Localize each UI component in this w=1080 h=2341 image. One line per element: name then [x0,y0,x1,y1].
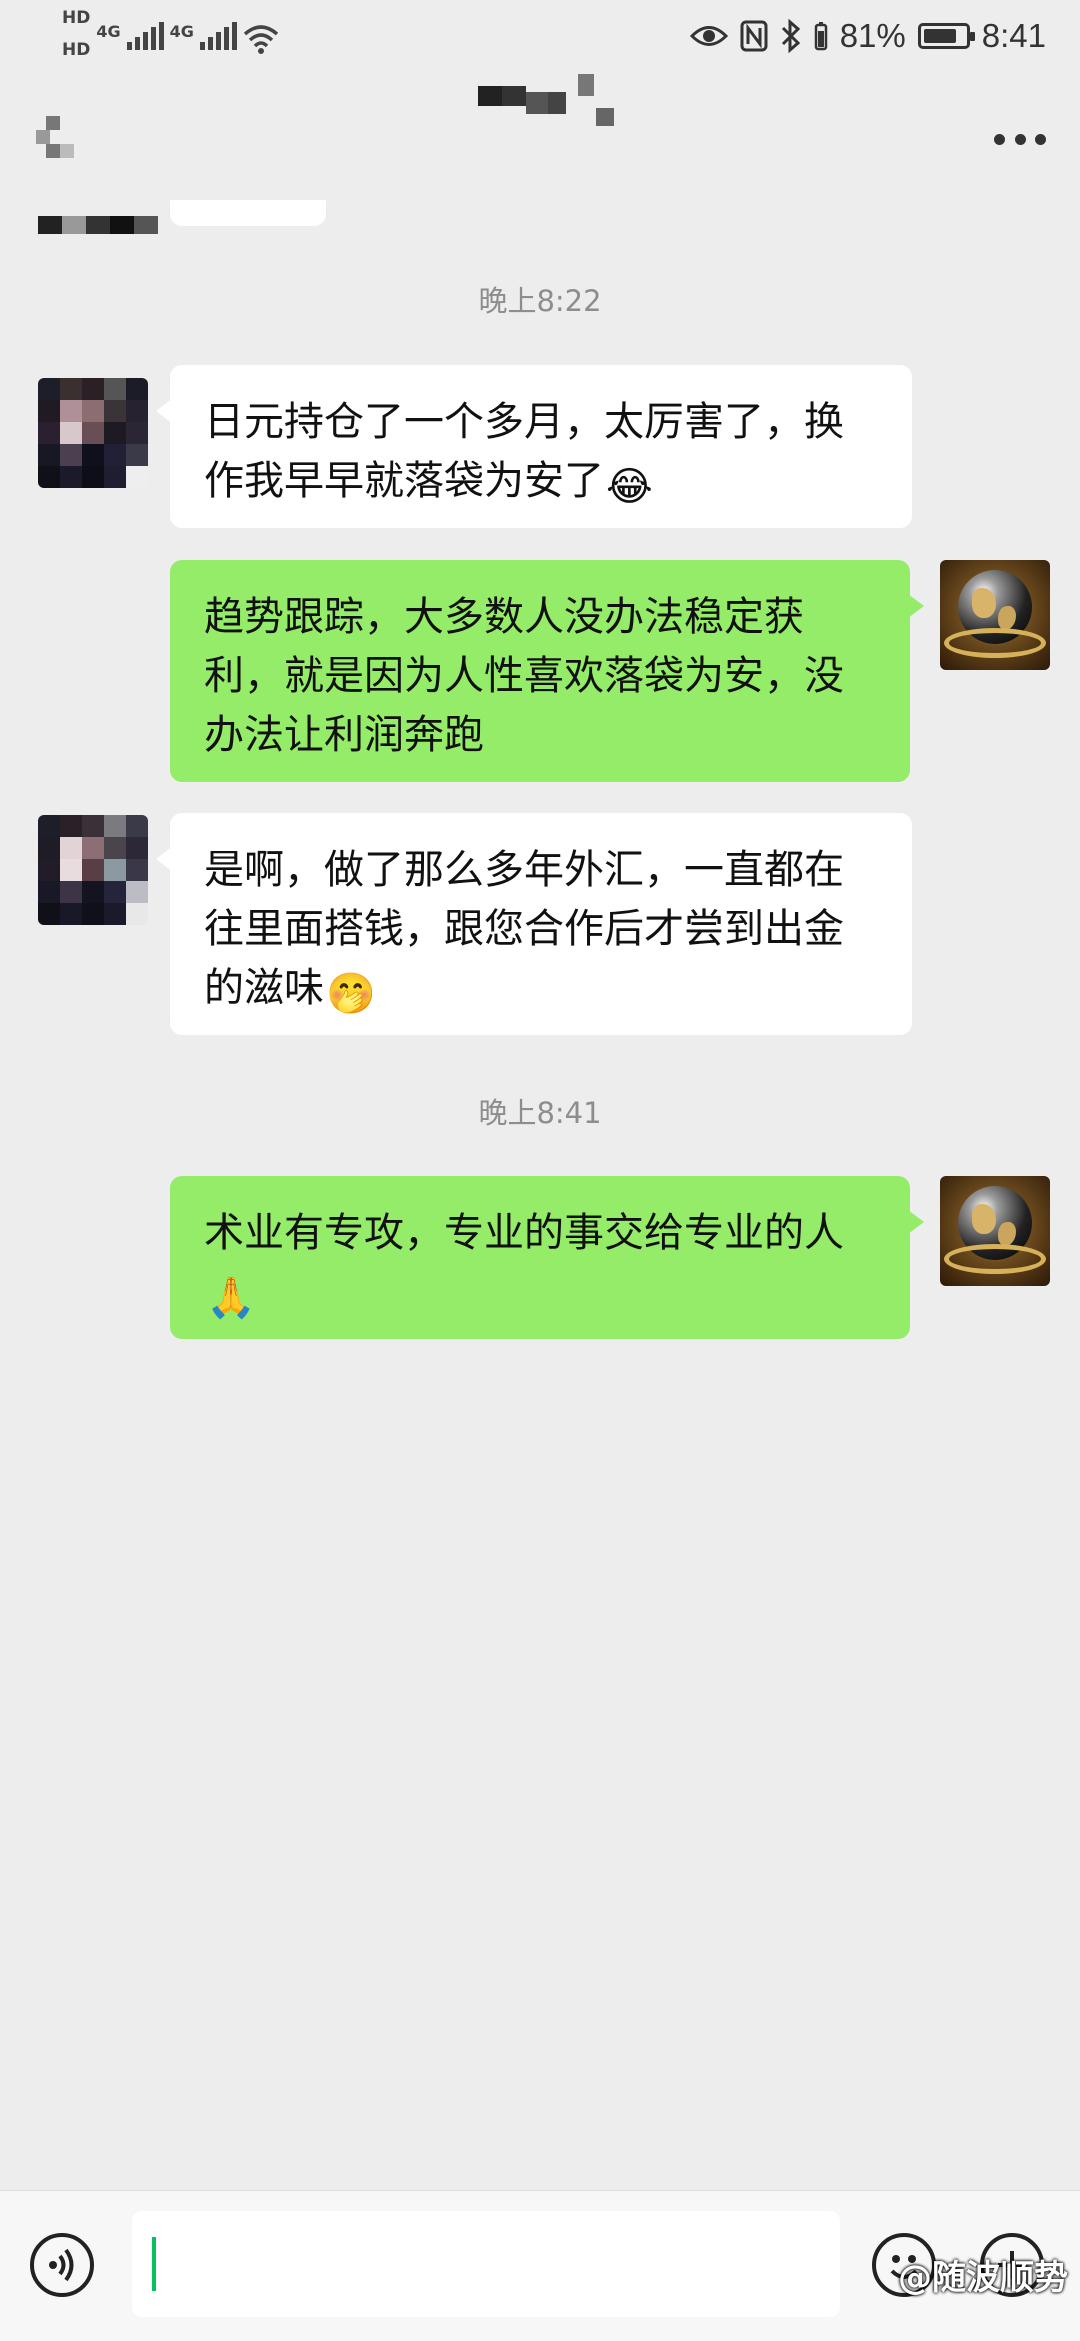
message-text: 日元持仓了一个多月，太厉害了，换作我早早就落袋为安了 [204,399,844,504]
partial-message-bubble [170,200,326,226]
network-type-1: 4G [96,22,121,41]
watermark-text: @随波顺势 [898,2258,1068,2298]
message-text: 是啊，做了那么多年外汇，一直都在往里面搭钱，跟您合作后才尝到出金的滋味 [204,847,844,1011]
globe-ring [944,1244,1046,1274]
status-left: HD HD 4G 4G [62,8,279,64]
partial-avatar [38,212,158,240]
battery-percent: 81% [839,17,906,54]
folded-hands-emoji-icon: 🙏 [206,1275,256,1321]
sent-message-bubble[interactable]: 术业有专攻，专业的事交给专业的人 🙏 [170,1176,924,1339]
wifi-icon [243,25,279,54]
message-timestamp: 晚上8:41 [478,1096,602,1130]
back-arrow-icon[interactable] [36,116,86,172]
my-avatar[interactable] [940,1176,1050,1286]
signal-bars-icon [199,22,237,50]
status-right: 81% 8:41 [689,14,1046,58]
voice-icon[interactable] [30,2233,94,2297]
contact-avatar[interactable] [38,378,148,488]
battery-small-icon [814,22,827,51]
more-dots-icon[interactable] [994,134,1046,148]
nfc-icon [740,20,768,52]
hand-over-mouth-emoji-icon: 🤭 [326,971,376,1017]
my-avatar[interactable] [940,560,1050,670]
avatar-mosaic [38,378,148,488]
status-bar: HD HD 4G 4G 81% 8:41 [0,0,1080,70]
bluetooth-icon [781,19,800,53]
laughing-tears-emoji-icon: 😂 [606,464,653,510]
message-input[interactable] [132,2211,840,2317]
hd-badge-2: HD [62,40,91,60]
network-type-2: 4G [169,22,194,41]
received-message-bubble[interactable]: 日元持仓了一个多月，太厉害了，换作我早早就落袋为安了😂 [156,365,912,528]
message-text: 术业有专攻，专业的事交给专业的人 [204,1210,844,1256]
battery-icon [917,23,975,49]
signal-bars-icon [126,22,164,50]
message-timestamp: 晚上8:22 [478,284,602,318]
globe-ring [944,628,1046,658]
redacted-title-mosaic [470,74,630,140]
avatar-mosaic [38,815,148,925]
hd-badge-1: HD [62,8,91,28]
message-text: 趋势跟踪，大多数人没办法稳定获利，就是因为人性喜欢落袋为安，没办法让利润奔跑 [204,594,844,758]
text-caret [152,2237,156,2291]
received-message-bubble[interactable]: 是啊，做了那么多年外汇，一直都在往里面搭钱，跟您合作后才尝到出金的滋味🤭 [156,813,912,1035]
contact-avatar[interactable] [38,815,148,925]
sent-message-bubble[interactable]: 趋势跟踪，大多数人没办法稳定获利，就是因为人性喜欢落袋为安，没办法让利润奔跑 [170,560,924,782]
battery-level-fill [923,29,956,43]
chat-header [0,74,1080,200]
eye-icon [689,26,728,46]
status-time: 8:41 [981,17,1046,54]
